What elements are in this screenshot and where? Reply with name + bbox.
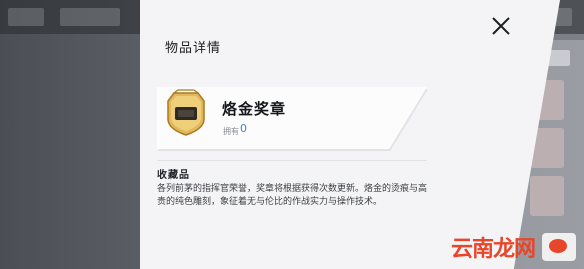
modal-title: 物品详情 (165, 41, 222, 56)
watermark-text: 云南龙网 (451, 237, 536, 262)
owned-label: 拥有 (223, 127, 239, 136)
background-chip (8, 8, 44, 26)
gold-medal-icon (160, 87, 212, 139)
item-name: 烙金奖章 (222, 100, 287, 118)
close-icon (492, 17, 510, 35)
item-description: 各列前茅的指挥官荣誉，奖章将根据获得次数更新。烙金的烫痕与高贵的纯色雕刻，象征着… (157, 184, 428, 207)
owned-count: 0 (240, 122, 247, 135)
watermark-logo-mark (549, 239, 567, 253)
section-title: 收藏品 (157, 170, 190, 181)
divider (157, 160, 427, 161)
background-portrait (530, 176, 564, 216)
background-chip (60, 8, 120, 26)
close-button[interactable] (488, 13, 514, 39)
